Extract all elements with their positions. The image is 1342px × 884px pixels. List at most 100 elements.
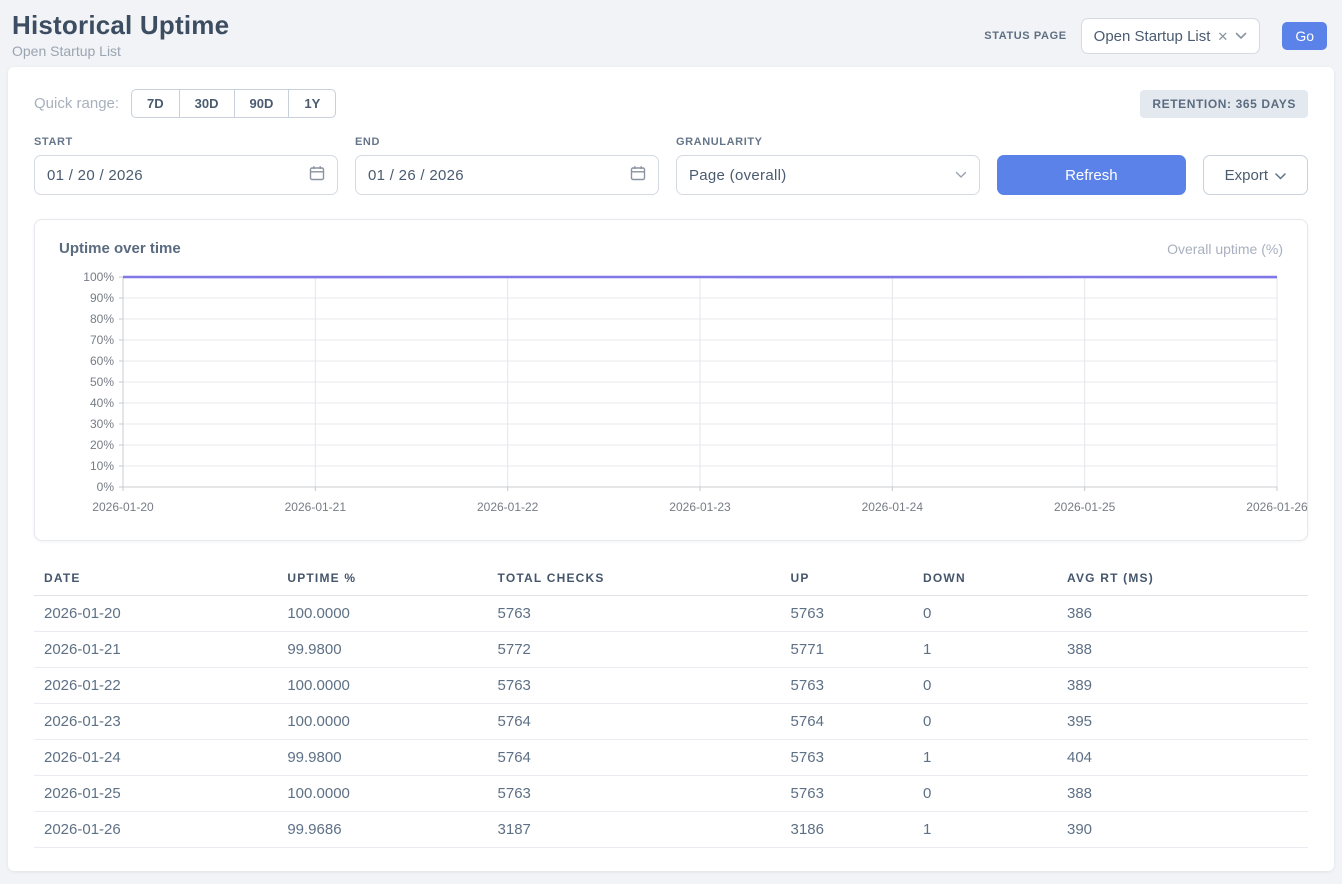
table-cell: 395: [1057, 704, 1308, 740]
chevron-down-icon: [1235, 27, 1247, 45]
quick-range-group: 7D30D90D1Y: [131, 89, 336, 118]
table-cell: 1: [913, 812, 1057, 848]
column-header: DATE: [34, 563, 277, 596]
table-cell: 0: [913, 704, 1057, 740]
status-page-select[interactable]: Open Startup List ✕: [1081, 18, 1261, 54]
table-cell: 2026-01-25: [34, 776, 277, 812]
chart-title: Uptime over time: [59, 240, 181, 257]
svg-text:40%: 40%: [90, 396, 114, 410]
calendar-icon[interactable]: [309, 165, 325, 186]
table-cell: 1: [913, 632, 1057, 668]
page-title: Historical Uptime: [12, 10, 229, 41]
table-cell: 389: [1057, 668, 1308, 704]
retention-badge: RETENTION: 365 DAYS: [1140, 90, 1308, 118]
end-date-input[interactable]: 01 / 26 / 2026: [355, 155, 659, 195]
table-header-row: DATEUPTIME %TOTAL CHECKSUPDOWNAVG RT (MS…: [34, 563, 1308, 596]
table-row: 2026-01-20100.0000576357630386: [34, 596, 1308, 632]
calendar-icon[interactable]: [630, 165, 646, 186]
header-titles: Historical Uptime Open Startup List: [12, 10, 229, 59]
table-cell: 0: [913, 668, 1057, 704]
table-cell: 404: [1057, 740, 1308, 776]
column-header: AVG RT (MS): [1057, 563, 1308, 596]
quick-range-7d[interactable]: 7D: [131, 89, 179, 118]
svg-text:50%: 50%: [90, 375, 114, 389]
table-cell: 3186: [781, 812, 913, 848]
uptime-line-chart: 100%90%80%70%60%50%40%30%20%10%0%2026-01…: [59, 269, 1285, 521]
svg-text:2026-01-26: 2026-01-26: [1246, 500, 1308, 514]
table-cell: 0: [913, 776, 1057, 812]
chevron-down-icon: [1275, 167, 1286, 184]
page-subtitle: Open Startup List: [12, 43, 229, 59]
table-cell: 386: [1057, 596, 1308, 632]
table-cell: 2026-01-20: [34, 596, 277, 632]
clear-icon[interactable]: ✕: [1217, 30, 1228, 43]
table-row: 2026-01-2499.9800576457631404: [34, 740, 1308, 776]
end-date-value: 01 / 26 / 2026: [368, 167, 464, 184]
svg-text:30%: 30%: [90, 417, 114, 431]
table-cell: 5771: [781, 632, 913, 668]
filter-fields-row: START 01 / 20 / 2026 END 01 / 26 / 2026 …: [34, 136, 1308, 195]
table-cell: 5764: [488, 704, 781, 740]
table-cell: 5764: [781, 704, 913, 740]
end-date-field: END 01 / 26 / 2026: [355, 136, 659, 195]
table-cell: 100.0000: [277, 704, 487, 740]
table-cell: 3187: [488, 812, 781, 848]
quick-range-1y[interactable]: 1Y: [288, 89, 336, 118]
export-button[interactable]: Export: [1203, 155, 1308, 195]
svg-text:70%: 70%: [90, 333, 114, 347]
chart-legend: Overall uptime (%): [1167, 241, 1283, 257]
svg-text:100%: 100%: [83, 270, 114, 284]
granularity-label: GRANULARITY: [676, 136, 980, 148]
uptime-table: DATEUPTIME %TOTAL CHECKSUPDOWNAVG RT (MS…: [34, 563, 1308, 848]
svg-text:10%: 10%: [90, 459, 114, 473]
svg-text:80%: 80%: [90, 312, 114, 326]
svg-text:2026-01-21: 2026-01-21: [285, 500, 347, 514]
granularity-value: Page (overall): [689, 167, 787, 184]
quick-range-30d[interactable]: 30D: [179, 89, 234, 118]
start-label: START: [34, 136, 338, 148]
table-cell: 2026-01-21: [34, 632, 277, 668]
table-cell: 2026-01-26: [34, 812, 277, 848]
svg-text:90%: 90%: [90, 291, 114, 305]
table-cell: 100.0000: [277, 776, 487, 812]
table-cell: 5763: [488, 596, 781, 632]
table-cell: 5772: [488, 632, 781, 668]
table-cell: 5763: [488, 776, 781, 812]
svg-text:60%: 60%: [90, 354, 114, 368]
uptime-chart-card: Uptime over time Overall uptime (%) 100%…: [34, 219, 1308, 541]
column-header: UPTIME %: [277, 563, 487, 596]
table-row: 2026-01-2199.9800577257711388: [34, 632, 1308, 668]
table-row: 2026-01-23100.0000576457640395: [34, 704, 1308, 740]
table-cell: 100.0000: [277, 668, 487, 704]
table-cell: 100.0000: [277, 596, 487, 632]
svg-text:2026-01-24: 2026-01-24: [862, 500, 924, 514]
table-cell: 390: [1057, 812, 1308, 848]
table-cell: 0: [913, 596, 1057, 632]
quick-range-label: Quick range:: [34, 95, 119, 112]
svg-text:20%: 20%: [90, 438, 114, 452]
status-page-value: Open Startup List: [1094, 28, 1211, 45]
table-cell: 5764: [488, 740, 781, 776]
refresh-button[interactable]: Refresh: [997, 155, 1186, 195]
table-cell: 99.9686: [277, 812, 487, 848]
go-button[interactable]: Go: [1282, 22, 1327, 50]
granularity-field: GRANULARITY Page (overall): [676, 136, 980, 195]
end-label: END: [355, 136, 659, 148]
table-row: 2026-01-25100.0000576357630388: [34, 776, 1308, 812]
page-header: Historical Uptime Open Startup List STAT…: [0, 0, 1342, 67]
table-cell: 5763: [781, 668, 913, 704]
quick-range-90d[interactable]: 90D: [234, 89, 289, 118]
granularity-select[interactable]: Page (overall): [676, 155, 980, 195]
table-row: 2026-01-2699.9686318731861390: [34, 812, 1308, 848]
quick-range-row: Quick range: 7D30D90D1Y RETENTION: 365 D…: [34, 89, 1308, 118]
svg-text:2026-01-22: 2026-01-22: [477, 500, 539, 514]
export-button-label: Export: [1225, 167, 1268, 184]
status-page-controls: STATUS PAGE Open Startup List ✕ Go: [984, 18, 1327, 54]
status-page-label: STATUS PAGE: [984, 30, 1066, 42]
table-row: 2026-01-22100.0000576357630389: [34, 668, 1308, 704]
uptime-table-wrap: DATEUPTIME %TOTAL CHECKSUPDOWNAVG RT (MS…: [34, 563, 1308, 848]
table-cell: 2026-01-24: [34, 740, 277, 776]
table-cell: 388: [1057, 776, 1308, 812]
start-date-input[interactable]: 01 / 20 / 2026: [34, 155, 338, 195]
table-cell: 5763: [781, 776, 913, 812]
